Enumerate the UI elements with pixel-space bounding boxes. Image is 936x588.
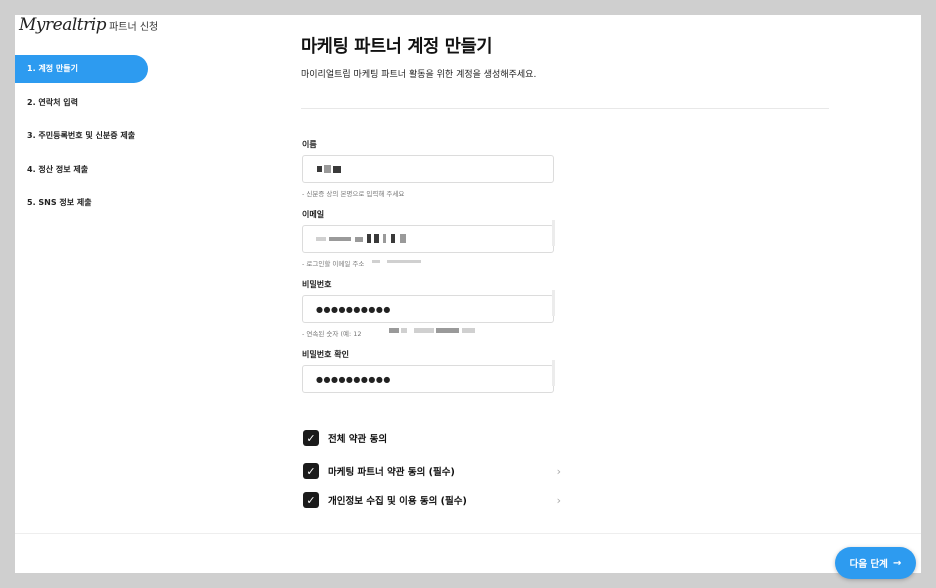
brand-logo: Myrealtrip xyxy=(19,15,107,35)
redacted-text xyxy=(329,237,351,241)
arrow-right-icon: → xyxy=(892,557,902,569)
step-sns[interactable]: 5. SNS 정보 제출 xyxy=(15,189,165,217)
agree-all-row[interactable]: ✓ 전체 약관 동의 xyxy=(303,430,561,446)
name-hint: - 신분증 상의 본명으로 입력해 주세요 xyxy=(302,190,405,198)
scroll-indicator xyxy=(552,220,555,246)
redacted-text xyxy=(401,328,407,333)
redacted-text xyxy=(387,260,421,263)
password-confirm-label: 비밀번호 확인 xyxy=(302,350,349,359)
step-contact[interactable]: 2. 연락처 입력 xyxy=(15,89,165,117)
step-settlement[interactable]: 4. 정산 정보 제출 xyxy=(15,156,165,184)
email-hint: - 로그인할 이메일 주소 xyxy=(302,260,365,268)
chevron-right-icon[interactable]: › xyxy=(557,494,561,507)
step-nav: 1. 계정 만들기 2. 연락처 입력 3. 주민등록번호 및 신분증 제출 4… xyxy=(15,55,165,223)
brand-subtitle: 파트너 신청 xyxy=(109,22,159,33)
signup-window: Myrealtrip 파트너 신청 1. 계정 만들기 2. 연락처 입력 3.… xyxy=(15,15,921,573)
main-header: 마케팅 파트너 계정 만들기 마이리얼트립 마케팅 파트너 활동을 위한 계정을… xyxy=(301,33,829,80)
agree-privacy-label: 개인정보 수집 및 이용 동의 (필수) xyxy=(328,496,467,507)
email-label: 이메일 xyxy=(302,210,325,219)
agree-partner-terms-row[interactable]: ✓ 마케팅 파트너 약관 동의 (필수) › xyxy=(303,463,561,479)
password-confirm-input[interactable]: ●●●●●●●●●● xyxy=(302,365,554,393)
redacted-text xyxy=(414,328,434,333)
agree-privacy-checkbox[interactable]: ✓ xyxy=(303,492,319,508)
redacted-text xyxy=(462,328,475,333)
redacted-text xyxy=(372,260,380,263)
agree-all-label: 전체 약관 동의 xyxy=(328,434,388,445)
name-label: 이름 xyxy=(302,140,317,149)
redacted-text xyxy=(333,166,341,173)
redacted-text xyxy=(400,234,406,243)
next-step-button[interactable]: 다음 단계 → xyxy=(835,547,916,579)
name-input[interactable] xyxy=(302,155,554,183)
chevron-right-icon[interactable]: › xyxy=(557,465,561,478)
redacted-text xyxy=(316,237,326,241)
redacted-text xyxy=(355,237,363,242)
agree-all-checkbox[interactable]: ✓ xyxy=(303,430,319,446)
next-step-label: 다음 단계 xyxy=(849,559,888,570)
redacted-text xyxy=(367,234,371,243)
redacted-text xyxy=(391,234,395,243)
redacted-text xyxy=(324,165,331,173)
redacted-text xyxy=(389,328,399,333)
step-id-submission[interactable]: 3. 주민등록번호 및 신분증 제출 xyxy=(15,122,165,150)
password-label: 비밀번호 xyxy=(302,280,332,289)
redacted-text xyxy=(317,166,322,172)
password-input[interactable]: ●●●●●●●●●● xyxy=(302,295,554,323)
sidebar: Myrealtrip 파트너 신청 1. 계정 만들기 2. 연락처 입력 3.… xyxy=(15,15,165,573)
password-confirm-mask: ●●●●●●●●●● xyxy=(316,375,391,384)
redacted-text xyxy=(383,234,386,243)
agree-partner-terms-label: 마케팅 파트너 약관 동의 (필수) xyxy=(328,467,455,478)
divider xyxy=(301,108,829,109)
page-title: 마케팅 파트너 계정 만들기 xyxy=(301,37,493,57)
page-subtitle: 마이리얼트립 마케팅 파트너 활동을 위한 계정을 생성해주세요. xyxy=(301,70,537,80)
step-create-account[interactable]: 1. 계정 만들기 xyxy=(15,55,148,83)
redacted-text xyxy=(374,234,379,243)
scroll-indicator xyxy=(552,290,555,316)
redacted-text xyxy=(436,328,459,333)
agree-privacy-row[interactable]: ✓ 개인정보 수집 및 이용 동의 (필수) › xyxy=(303,492,561,508)
email-input[interactable] xyxy=(302,225,554,253)
footer-divider xyxy=(15,533,921,534)
scroll-indicator xyxy=(552,360,555,386)
password-mask: ●●●●●●●●●● xyxy=(316,305,391,314)
password-hint: - 연속된 숫자 (예: 12 xyxy=(302,330,362,338)
brand[interactable]: Myrealtrip 파트너 신청 xyxy=(19,15,158,35)
agree-partner-terms-checkbox[interactable]: ✓ xyxy=(303,463,319,479)
